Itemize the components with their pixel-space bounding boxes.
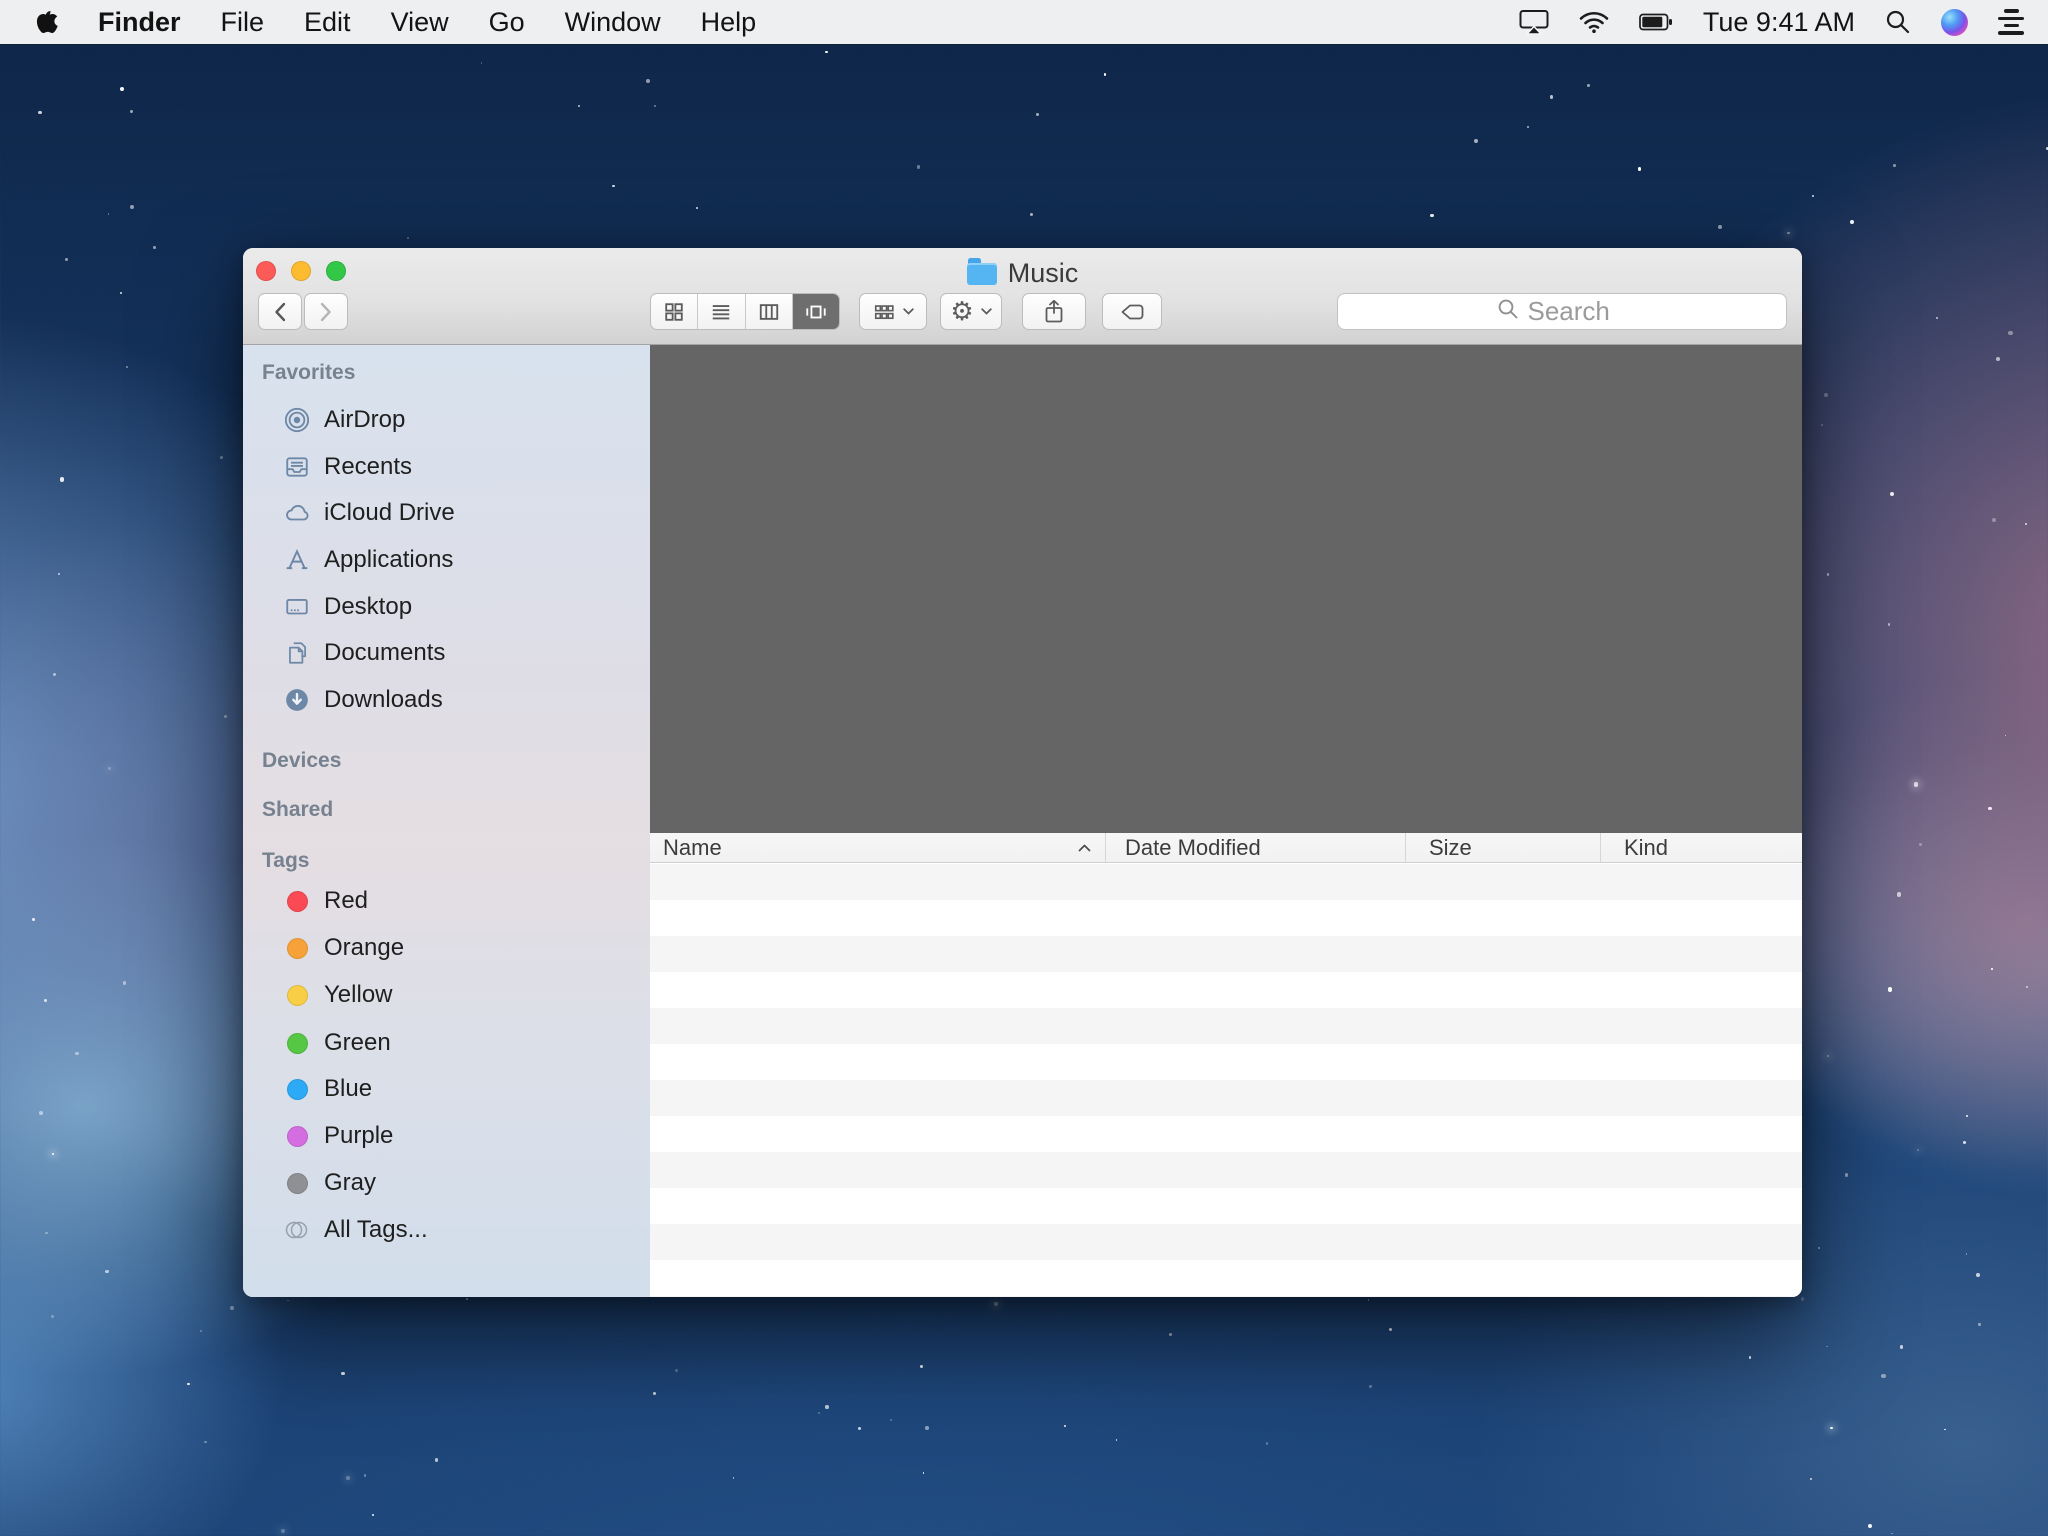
empty-list-row — [650, 972, 1802, 1008]
sidebar-section-favorites: Favorites — [262, 360, 355, 386]
icon-view-button[interactable] — [651, 294, 697, 329]
desktop-icon — [283, 594, 311, 620]
empty-list-row — [650, 1224, 1802, 1260]
tag-color-red — [287, 891, 308, 912]
menu-item-edit[interactable]: Edit — [284, 7, 371, 38]
empty-list-row — [650, 1260, 1802, 1296]
window-title-group: Music — [243, 257, 1802, 289]
search-icon — [1497, 298, 1519, 325]
menu-item-view[interactable]: View — [371, 7, 469, 38]
gear-icon: ⚙ — [950, 299, 973, 325]
sidebar-item-airdrop[interactable]: AirDrop — [243, 397, 642, 443]
file-list-rows[interactable] — [650, 864, 1802, 1297]
downloads-icon — [283, 687, 311, 713]
sidebar-item-all-tags[interactable]: All Tags... — [243, 1207, 642, 1253]
toolbar-search-field — [1337, 293, 1787, 330]
sidebar-tag-green[interactable]: Green — [243, 1020, 642, 1066]
back-button[interactable] — [258, 293, 302, 330]
apple-logo-icon[interactable] — [24, 9, 78, 35]
sidebar-tag-orange[interactable]: Orange — [243, 925, 642, 971]
column-header-name[interactable]: Name — [650, 833, 1105, 862]
column-header-kind[interactable]: Kind — [1600, 833, 1802, 862]
airplay-display-icon[interactable] — [1519, 9, 1549, 35]
empty-list-row — [650, 1008, 1802, 1044]
airdrop-icon — [283, 407, 311, 433]
empty-list-row — [650, 1296, 1802, 1297]
menu-bar-clock[interactable]: Tue 9:41 AM — [1703, 7, 1855, 38]
sidebar-item-desktop[interactable]: Desktop — [243, 584, 642, 630]
column-view-button[interactable] — [745, 294, 792, 329]
battery-icon[interactable] — [1639, 11, 1673, 33]
tag-button[interactable] — [1102, 293, 1162, 330]
empty-list-row — [650, 1116, 1802, 1152]
menu-item-go[interactable]: Go — [469, 7, 545, 38]
all-tags-icon — [283, 1217, 311, 1243]
list-view-button[interactable] — [697, 294, 744, 329]
chevron-down-icon — [903, 308, 914, 315]
tag-color-orange — [287, 938, 308, 959]
icloud-icon — [283, 500, 311, 526]
sidebar-item-documents[interactable]: Documents — [243, 630, 642, 676]
spotlight-search-icon[interactable] — [1885, 9, 1911, 35]
sidebar-tag-yellow[interactable]: Yellow — [243, 972, 642, 1018]
gallery-preview-area[interactable] — [650, 345, 1802, 833]
empty-list-row — [650, 1080, 1802, 1116]
share-button[interactable] — [1022, 293, 1086, 330]
column-header-size[interactable]: Size — [1405, 833, 1600, 862]
sort-ascending-icon — [1078, 844, 1091, 852]
column-header-date-modified[interactable]: Date Modified — [1105, 833, 1405, 862]
tag-color-purple — [287, 1126, 308, 1147]
applications-icon — [283, 547, 311, 573]
menu-item-file[interactable]: File — [201, 7, 285, 38]
empty-list-row — [650, 1152, 1802, 1188]
menu-item-help[interactable]: Help — [681, 7, 777, 38]
list-column-headers: Name Date Modified Size Kind — [650, 833, 1802, 863]
tag-color-green — [287, 1033, 308, 1054]
sidebar-section-shared: Shared — [262, 797, 333, 823]
empty-list-row — [650, 1188, 1802, 1224]
action-gear-button[interactable]: ⚙ — [940, 293, 1002, 330]
documents-icon — [283, 640, 311, 666]
menu-item-window[interactable]: Window — [545, 7, 681, 38]
search-input[interactable] — [1528, 296, 1628, 327]
empty-list-row — [650, 900, 1802, 936]
window-title: Music — [1008, 258, 1079, 289]
sidebar-item-downloads[interactable]: Downloads — [243, 677, 642, 723]
notification-center-icon[interactable] — [1998, 9, 2024, 35]
sidebar-item-icloud-drive[interactable]: iCloud Drive — [243, 490, 642, 536]
menu-bar: Finder File Edit View Go Window Help — [0, 0, 2048, 44]
folder-icon — [967, 263, 997, 285]
tag-color-blue — [287, 1079, 308, 1100]
empty-list-row — [650, 936, 1802, 972]
sidebar-tag-purple[interactable]: Purple — [243, 1113, 642, 1159]
chevron-down-icon — [981, 308, 992, 315]
menu-item-finder[interactable]: Finder — [78, 7, 201, 38]
tag-color-gray — [287, 1173, 308, 1194]
recents-icon — [283, 454, 311, 480]
view-mode-segmented-control — [650, 293, 840, 330]
empty-list-row — [650, 864, 1802, 900]
tag-color-yellow — [287, 985, 308, 1006]
window-titlebar[interactable]: Music — [243, 248, 1802, 345]
wifi-icon[interactable] — [1579, 10, 1609, 34]
sidebar-tag-blue[interactable]: Blue — [243, 1066, 642, 1112]
sidebar-tag-red[interactable]: Red — [243, 878, 642, 924]
file-view: Name Date Modified Size Kind — [650, 345, 1802, 1297]
group-by-button[interactable] — [859, 293, 927, 330]
sidebar-item-recents[interactable]: Recents — [243, 444, 642, 490]
forward-button[interactable] — [304, 293, 348, 330]
sidebar-section-devices: Devices — [262, 748, 341, 774]
sidebar-section-tags: Tags — [262, 848, 309, 874]
finder-window: Music — [243, 248, 1802, 1297]
gallery-view-button[interactable] — [792, 294, 839, 329]
sidebar-tag-gray[interactable]: Gray — [243, 1160, 642, 1206]
empty-list-row — [650, 1044, 1802, 1080]
sidebar: Favorites AirDrop Recents — [243, 345, 650, 1297]
siri-icon[interactable] — [1941, 9, 1968, 36]
sidebar-item-applications[interactable]: Applications — [243, 537, 642, 583]
